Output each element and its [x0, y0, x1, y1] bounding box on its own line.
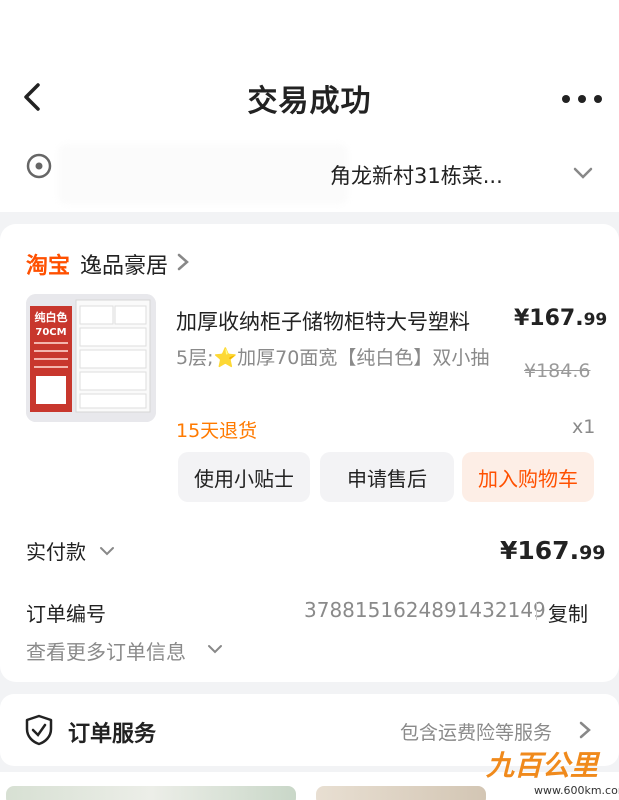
paid-amount: ¥167.99	[500, 536, 606, 565]
taobao-logo: 淘宝	[26, 254, 71, 279]
more-options-icon[interactable]	[560, 84, 604, 114]
return-policy: 15天退货	[176, 420, 258, 442]
chevron-down-icon[interactable]	[206, 642, 224, 656]
location-pin-icon	[26, 153, 52, 179]
more-order-info-link[interactable]: 查看更多订单信息	[26, 636, 186, 665]
original-price: ¥184.6	[524, 360, 591, 382]
product-thumbnail[interactable]: 纯白色 70CM	[26, 294, 156, 422]
add-to-cart-button[interactable]: 加入购物车	[462, 452, 594, 502]
after-sale-button[interactable]: 申请售后	[320, 452, 454, 502]
copy-button[interactable]: 复制	[548, 598, 588, 627]
chevron-down-icon[interactable]	[98, 544, 116, 558]
paid-label[interactable]: 实付款	[26, 536, 86, 565]
recommendation-image[interactable]	[6, 786, 296, 800]
chevron-down-icon[interactable]	[572, 164, 594, 182]
quantity: x1	[572, 416, 596, 438]
recommendation-image[interactable]	[316, 786, 486, 800]
watermark-logo: 九百公里	[486, 749, 599, 782]
order-number: 3788151624891432149	[304, 598, 546, 622]
watermark-url: www.600km.com	[534, 784, 619, 797]
cabinet-image: 纯白色 70CM	[26, 294, 156, 422]
blurred-address	[58, 144, 348, 204]
product-spec: 5层;⭐加厚70面宽【纯白色】双小抽	[176, 347, 490, 369]
order-service-summary[interactable]: 包含运费险等服务	[400, 718, 552, 745]
thumb-tag-size: 70CM	[35, 327, 66, 338]
thumb-tag-color: 纯白色	[35, 310, 68, 324]
order-number-label: 订单编号	[26, 602, 106, 626]
page-title: 交易成功	[247, 84, 372, 119]
divider	[536, 602, 537, 620]
shop-name[interactable]: 逸品豪居	[80, 248, 168, 280]
chevron-right-icon[interactable]	[176, 252, 190, 272]
chevron-right-icon[interactable]	[578, 720, 592, 740]
order-service-title: 订单服务	[68, 722, 157, 747]
address-text[interactable]: 角龙新村31栋菜...	[330, 160, 503, 190]
tips-button[interactable]: 使用小贴士	[178, 452, 310, 502]
shield-check-icon	[25, 714, 53, 746]
product-name[interactable]: 加厚收纳柜子储物柜特大号塑料	[176, 306, 470, 336]
product-price: ¥167.99	[514, 306, 608, 331]
